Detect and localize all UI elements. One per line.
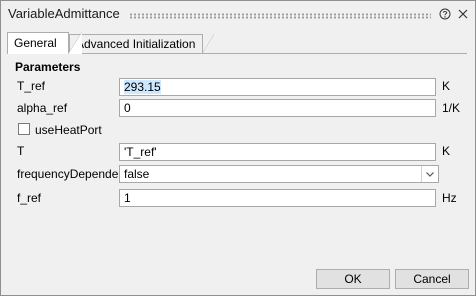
- group-title-parameters: Parameters: [15, 60, 81, 74]
- f-ref-label: f_ref: [17, 191, 42, 205]
- t-label: T: [17, 144, 25, 158]
- cancel-button[interactable]: Cancel: [395, 269, 469, 289]
- close-icon[interactable]: [457, 8, 469, 20]
- tab-general[interactable]: General: [7, 32, 82, 54]
- dialog-window: VariableAdmittance General Advanced Init…: [0, 0, 476, 296]
- window-title: VariableAdmittance: [8, 6, 120, 21]
- alpha-ref-label: alpha_ref: [17, 101, 68, 115]
- f-ref-input[interactable]: 1: [119, 189, 436, 207]
- tab-bar: General Advanced Initialization: [7, 32, 469, 54]
- use-heat-port-label: useHeatPort: [35, 123, 102, 137]
- alpha-ref-input[interactable]: 0: [119, 99, 436, 117]
- drag-grip[interactable]: [129, 13, 431, 19]
- frequency-dependent-select[interactable]: false: [119, 165, 439, 183]
- ok-button[interactable]: OK: [316, 269, 390, 289]
- t-unit: K: [442, 144, 451, 158]
- use-heat-port-checkbox[interactable]: [18, 123, 30, 135]
- f-ref-unit: Hz: [442, 191, 457, 205]
- dropdown-button[interactable]: [421, 166, 438, 182]
- t-ref-unit: K: [442, 79, 451, 93]
- alpha-ref-unit: 1/K: [442, 101, 461, 115]
- chevron-down-icon: [426, 172, 434, 177]
- t-ref-value: 293.15: [124, 80, 161, 94]
- t-ref-label: T_ref: [17, 79, 46, 93]
- frequency-dependent-label: frequencyDependent: [17, 167, 129, 181]
- frequency-dependent-value: false: [124, 167, 150, 181]
- t-input[interactable]: 'T_ref': [119, 143, 436, 161]
- t-ref-input[interactable]: 293.15: [119, 78, 436, 96]
- tab-advanced-initialization[interactable]: Advanced Initialization: [69, 34, 214, 54]
- help-icon[interactable]: [439, 8, 451, 20]
- title-bar[interactable]: VariableAdmittance: [1, 1, 475, 27]
